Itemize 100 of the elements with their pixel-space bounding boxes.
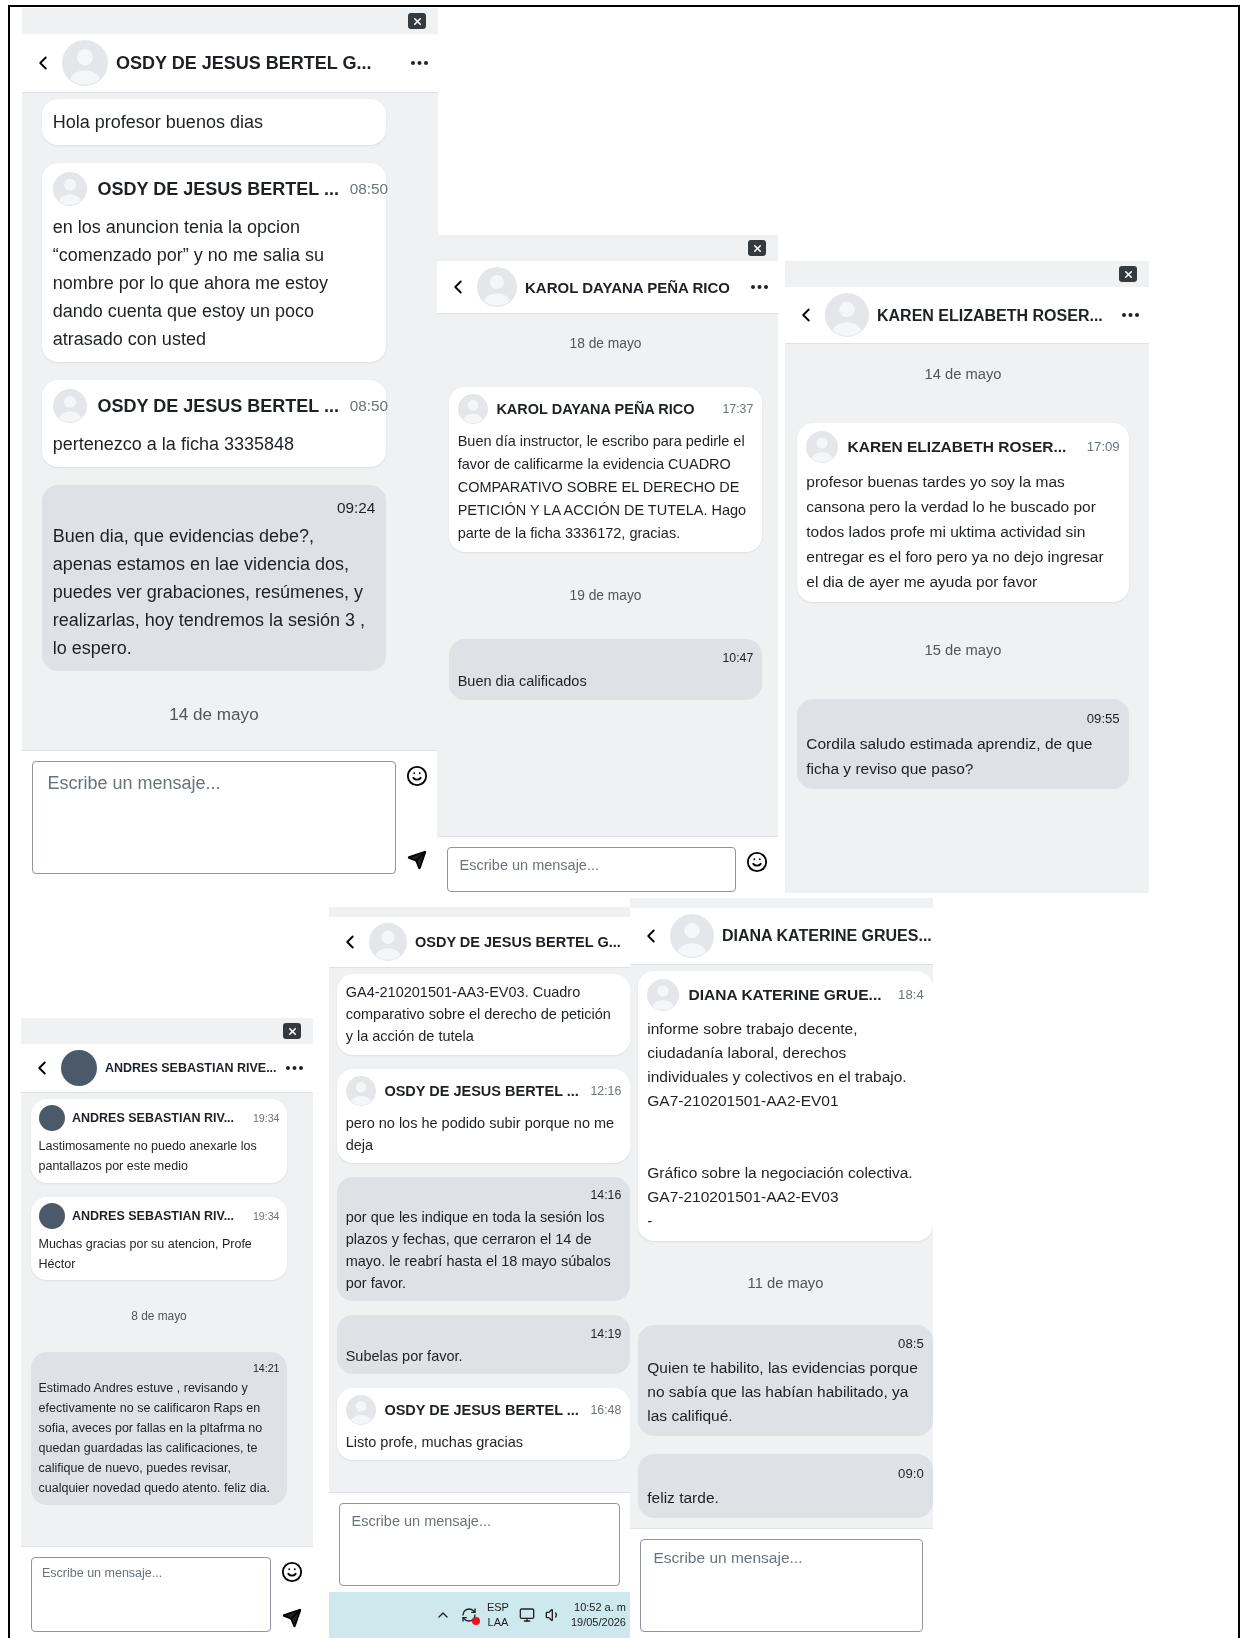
message-text: Hola profesor buenos dias	[52, 111, 264, 134]
chat-title: OSDY DE JESUS BERTEL G...	[116, 52, 373, 75]
sender-name: DIANA KATERINE GRUE...	[688, 984, 883, 1005]
message-text: por que les indique en toda la sesión los plazos y fechas, que cerraron el 14 de mayo. le reabrí hasta el 18 mayo súbalos por favor.	[345, 1208, 612, 1294]
message-input[interactable]: Escribe un mensaje...	[640, 1539, 923, 1632]
photo-placeholder	[38, 1105, 65, 1132]
message-input[interactable]: Escribe un mensaje...	[31, 1557, 271, 1632]
menu-button[interactable]	[751, 285, 768, 289]
message-text: en los anuncion tenia la opcion “comenzado por” y no me salia su nombre por lo que ahora me estoy dando cuenta que estoy un poco atrasado con usted	[52, 216, 329, 352]
close-button[interactable]	[748, 240, 766, 256]
more-icon	[1122, 313, 1139, 317]
avatar-icon	[457, 394, 488, 425]
date-separator: 15 de mayo	[924, 640, 1002, 660]
avatar-icon	[647, 978, 680, 1011]
message-time: 14:16	[590, 1187, 622, 1205]
message-time: 09:0	[898, 1464, 924, 1483]
date-separator: 18 de mayo	[569, 335, 642, 353]
close-icon	[1122, 268, 1134, 280]
sender-name: OSDY DE JESUS BERTEL ...	[97, 395, 339, 419]
sender-name: OSDY DE JESUS BERTEL ...	[384, 1081, 580, 1101]
message-time: 09:24	[336, 498, 376, 519]
date-separator: 14 de mayo	[924, 365, 1002, 384]
avatar-icon	[52, 389, 87, 424]
photo-placeholder	[61, 1050, 97, 1086]
message-text: Cordila saludo estimada aprendiz, de que ficha y reviso que paso?	[806, 734, 1094, 780]
avatar-icon	[62, 40, 108, 86]
message-time: 17:37	[722, 400, 754, 418]
message-time: 09:55	[1086, 710, 1120, 729]
date-separator: 8 de mayo	[131, 1308, 187, 1325]
sender-name: ANDRES SEBASTIAN RIV...	[72, 1207, 236, 1225]
message-text: Buen dia calificados	[457, 671, 588, 691]
message-text: Lastimosamente no puedo anexarle los pantallazos por este medio	[38, 1138, 258, 1176]
message-time: 14:21	[252, 1361, 280, 1377]
menu-button[interactable]	[286, 1066, 303, 1070]
avatar-icon	[345, 1395, 376, 1426]
emoji-icon[interactable]	[746, 851, 768, 873]
close-icon	[411, 15, 423, 27]
message-text: Subelas por favor.	[345, 1346, 464, 1366]
message-text: Muchas gracias por su atencion, Profe Héctor	[38, 1235, 253, 1273]
close-button[interactable]	[408, 13, 426, 29]
message-time: 08:50	[349, 179, 389, 199]
emoji-icon[interactable]	[406, 765, 428, 787]
sender-name: KAREN ELIZABETH ROSER...	[847, 437, 1068, 458]
more-icon	[751, 285, 768, 289]
photo-placeholder	[38, 1202, 65, 1229]
close-button[interactable]	[1119, 266, 1137, 282]
message-time: 08:50	[349, 396, 389, 417]
sender-name: OSDY DE JESUS BERTEL ...	[384, 1401, 580, 1421]
message-time: 17:09	[1086, 438, 1120, 457]
message-input[interactable]: Escribe un mensaje...	[447, 847, 736, 892]
emoji-icon[interactable]	[281, 1561, 303, 1583]
message-text: Buen dia, que evidencias debe?, apenas estamos en lae videncia dos, puedes ver grabaciones, resúmenes, y realizarlas, hoy tendremos la sesión 3 , lo espero.	[52, 525, 366, 661]
send-icon[interactable]	[407, 850, 427, 870]
avatar-icon	[477, 267, 517, 307]
date-separator: 14 de mayo	[169, 704, 259, 727]
chat-title: DIANA KATERINE GRUES...	[722, 926, 932, 946]
close-icon	[751, 242, 763, 254]
message-input[interactable]: Escribe un mensaje...	[32, 761, 396, 874]
clock-date[interactable]: 19/05/2026	[570, 1615, 626, 1630]
sync-icon[interactable]	[460, 1607, 477, 1623]
avatar-icon	[345, 1075, 376, 1106]
monitor-icon[interactable]	[518, 1607, 535, 1623]
message-time: 12:16	[590, 1082, 622, 1100]
message-text: pertenezco a la ficha 3335848	[52, 433, 295, 457]
close-button[interactable]	[283, 1023, 301, 1039]
language-label[interactable]: ESP	[486, 1600, 509, 1615]
message-text: feliz tarde.	[647, 1487, 720, 1508]
keyboard-layout-label[interactable]: LAA	[487, 1615, 509, 1630]
more-icon	[286, 1066, 303, 1070]
chat-title: KAROL DAYANA PEÑA RICO	[525, 277, 732, 298]
chat-title: KAREN ELIZABETH ROSER...	[877, 305, 1104, 326]
message-time: 10:47	[722, 649, 754, 667]
message-text: profesor buenas tardes yo soy la mas cansona pero la verdad lo he buscado por todos lados profe mi uktima actividad sin entregar es el foro pero ya no dejo ingresar el dia de ayer me ayuda por favor	[806, 471, 1105, 592]
avatar-icon	[806, 430, 839, 463]
message-time: 19:34	[252, 1208, 280, 1224]
clock-time[interactable]: 10:52 a. m	[574, 1600, 626, 1615]
more-icon	[411, 61, 428, 65]
message-text: Quien te habilito, las evidencias porque no sabía que las habían habilitado, ya las califiqué.	[647, 1358, 919, 1427]
message-text: Buen día instructor, le escribo para pedirle el favor de calificarme la evidencia CUADRO COMPARATIVO SOBRE EL DERECHO DE PETICIÓN Y LA ACCIÓN DE TUTELA. Hago parte de la ficha 3336172, gracias.	[457, 432, 748, 544]
avatar-icon	[670, 914, 714, 958]
menu-button[interactable]	[1122, 313, 1139, 317]
menu-button[interactable]	[411, 61, 428, 65]
chat-title: ANDRES SEBASTIAN RIVE...	[105, 1060, 278, 1077]
avatar-icon	[825, 293, 869, 337]
close-icon	[286, 1025, 298, 1037]
avatar-icon	[369, 923, 407, 961]
message-time: 18:4	[898, 985, 924, 1004]
send-icon[interactable]	[282, 1608, 302, 1628]
message-text: Listo profe, muchas gracias	[345, 1432, 524, 1452]
date-separator: 11 de mayo	[747, 1273, 824, 1293]
message-text: informe sobre trabajo decente, ciudadanía laboral, derechos individuales y colectivos en el trabajo. GA7-210201501-AA2-EV01 Gráfico sobre la negociación colectiva. GA7-210201501-AA2-EV03 -	[647, 1018, 914, 1231]
message-text: pero no los he podido subir porque no me deja	[345, 1113, 616, 1155]
sender-name: KAROL DAYANA PEÑA RICO	[496, 399, 696, 419]
message-text: GA4-210201501-AA3-EV03. Cuadro comparativo sobre el derecho de petición y la acción de tutela	[345, 983, 612, 1047]
message-time: 19:34	[252, 1111, 280, 1127]
chat-title: OSDY DE JESUS BERTEL G...	[415, 933, 621, 952]
message-input[interactable]: Escribe un mensaje...	[339, 1503, 620, 1586]
message-time: 14:19	[590, 1325, 622, 1343]
date-separator: 19 de mayo	[569, 587, 642, 606]
sender-name: OSDY DE JESUS BERTEL ...	[97, 178, 339, 201]
